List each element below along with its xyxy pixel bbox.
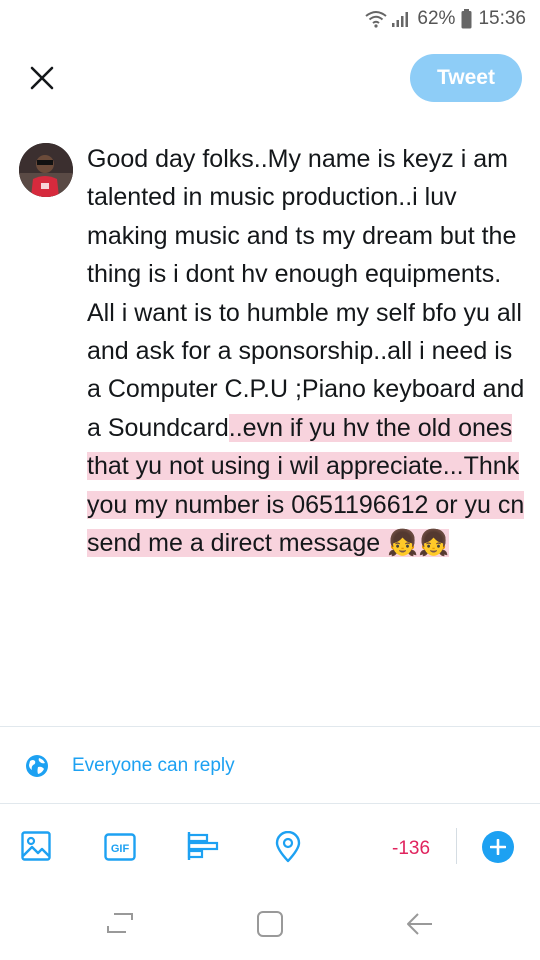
character-counter: -136 <box>392 838 431 859</box>
add-poll-button[interactable] <box>187 831 219 866</box>
location-pin-icon <box>275 830 301 863</box>
compose-toolbar: GIF -136 <box>0 804 540 890</box>
tweet-text-within-limit: Good day folks..My name is keyz i am tal… <box>87 145 525 442</box>
reply-settings-button[interactable]: Everyone can reply <box>0 727 540 803</box>
gif-icon: GIF <box>104 833 136 861</box>
system-navigation-bar <box>0 890 540 960</box>
add-location-button[interactable] <box>275 830 301 868</box>
close-icon <box>30 66 54 90</box>
signal-icon <box>392 12 409 27</box>
close-button[interactable] <box>24 60 60 96</box>
battery-icon <box>461 9 472 29</box>
back-button[interactable] <box>406 912 434 941</box>
clock-time: 15:36 <box>478 8 526 29</box>
recent-apps-icon <box>107 913 133 933</box>
home-icon <box>257 911 283 937</box>
recent-apps-button[interactable] <box>106 910 134 941</box>
status-icons <box>365 10 411 28</box>
add-image-button[interactable] <box>21 831 51 866</box>
toolbar-divider <box>456 828 457 864</box>
compose-header: Tweet <box>0 52 540 104</box>
gif-label: GIF <box>111 843 130 855</box>
battery-percent: 62% <box>417 8 456 29</box>
wifi-icon <box>365 11 388 28</box>
status-bar: 62% 15:36 <box>0 0 540 38</box>
back-arrow-icon <box>407 913 432 935</box>
avatar[interactable] <box>19 143 73 197</box>
add-thread-button[interactable] <box>482 831 514 863</box>
poll-icon <box>187 832 219 860</box>
tweet-text-input[interactable]: Good day folks..My name is keyz i am tal… <box>87 140 527 562</box>
reply-settings-label: Everyone can reply <box>72 755 235 776</box>
home-button[interactable] <box>256 910 284 943</box>
globe-icon <box>26 755 48 777</box>
plus-icon <box>490 839 506 855</box>
tweet-button[interactable]: Tweet <box>410 54 522 102</box>
profile-photo <box>19 143 73 197</box>
image-icon <box>21 831 51 861</box>
add-gif-button[interactable]: GIF <box>104 833 136 866</box>
